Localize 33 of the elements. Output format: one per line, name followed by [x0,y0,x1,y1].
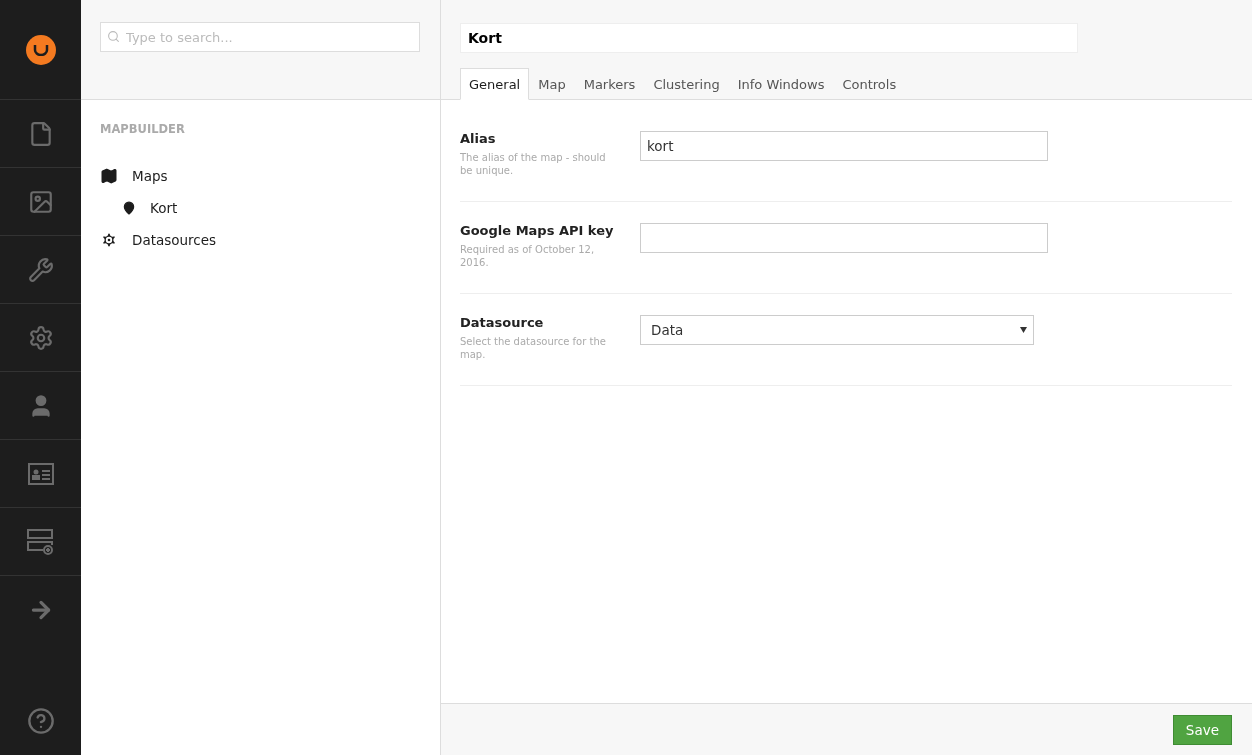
settings-icon [100,231,118,249]
tree-item[interactable]: Kort [150,200,178,216]
select-dropdown[interactable]: Data [640,315,1034,345]
tree-item[interactable]: Datasources [132,232,217,248]
field-label: Google Maps API key [460,223,615,238]
logo-icon[interactable] [25,34,56,65]
field-label: Alias [460,131,497,146]
text-field[interactable]: kort [640,131,1048,161]
tab[interactable]: Info Windows [728,68,834,100]
wrench-icon[interactable] [27,256,54,283]
tree-item[interactable]: Maps [132,168,168,184]
caret-icon [1020,327,1027,333]
tab[interactable]: Clustering [644,68,729,100]
tab[interactable]: Map [529,68,575,100]
help-icon[interactable] [26,707,55,735]
map-icon [100,167,118,185]
pin-icon [122,201,136,215]
field-description: Required as of October 12, 2016. [460,243,596,269]
tab[interactable]: Markers [574,68,645,100]
tab[interactable]: Controls [833,68,906,100]
settings-icon[interactable] [27,324,54,351]
field-label: Datasource [460,315,545,330]
search-field[interactable]: Type to search... [100,22,420,52]
add-row-icon [27,528,54,555]
name-field[interactable]: Kort [460,23,1078,53]
tab[interactable]: General [460,68,530,100]
text-field[interactable] [640,223,1048,253]
field-description: Select the datasource for the map. [460,335,607,361]
field-description: The alias of the map - should be unique. [460,151,607,177]
image-icon[interactable] [27,188,54,215]
search-icon [107,30,120,43]
section-title: MAPBUILDER [100,122,186,136]
id-card-icon [27,462,54,485]
